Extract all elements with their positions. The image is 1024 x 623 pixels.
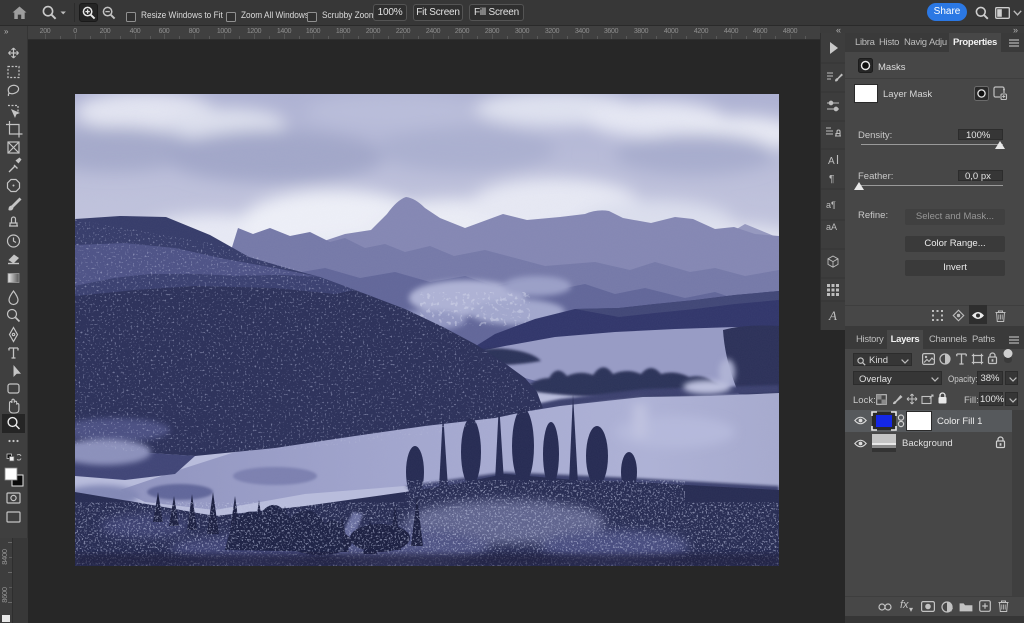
svg-text:a¶: a¶ xyxy=(826,200,836,210)
svg-text:A: A xyxy=(828,308,837,323)
svg-text:A: A xyxy=(828,156,835,167)
svg-text:aA: aA xyxy=(826,222,837,232)
svg-text:¶: ¶ xyxy=(829,174,834,185)
